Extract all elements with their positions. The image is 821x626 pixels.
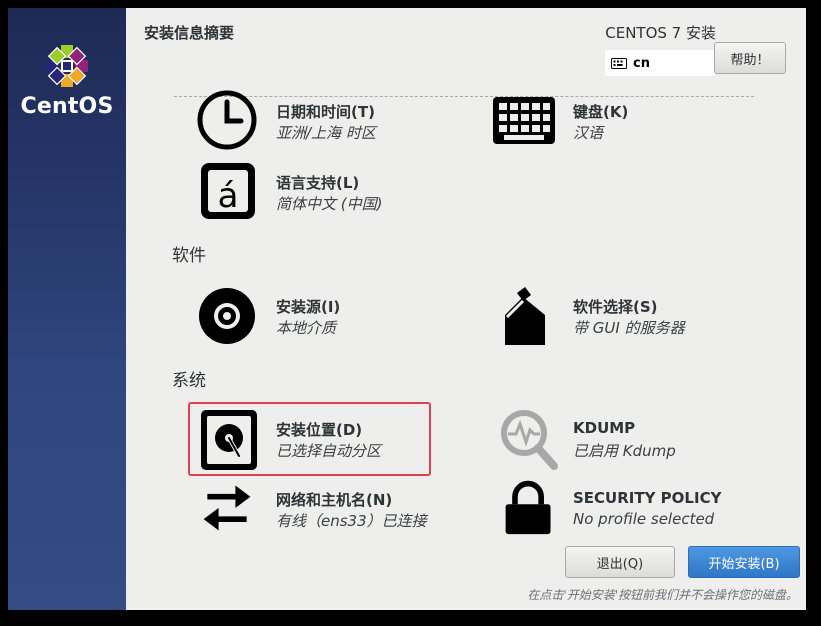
- spoke-status: 已启用 Kdump: [573, 442, 676, 460]
- clock-icon: [197, 90, 257, 150]
- spoke-installation-source[interactable]: 安装源(I) 本地介质: [196, 285, 456, 355]
- spoke-date-time[interactable]: 日期和时间(T) 亚洲/上海 时区: [196, 90, 456, 160]
- kdump-search-icon: [501, 410, 558, 470]
- spoke-status: 已选择自动分区: [276, 442, 382, 460]
- network-arrows-icon: [203, 485, 251, 531]
- section-software-label: 软件: [172, 246, 206, 266]
- spoke-name: 安装位置(D): [276, 421, 363, 439]
- spoke-status: 亚洲/上海 时区: [276, 124, 376, 142]
- product-title: CENTOS 7 安装: [605, 24, 716, 42]
- quit-button[interactable]: 退出(Q): [565, 546, 675, 578]
- main-panel: 安装信息摘要 CENTOS 7 安装 cn 帮助！ 日期和时间(T) 亚洲/上海…: [126, 8, 806, 610]
- keyboard-small-icon: [611, 57, 627, 69]
- package-icon: [505, 287, 545, 345]
- spoke-name: 日期和时间(T): [276, 103, 375, 121]
- spoke-name: KDUMP: [573, 419, 636, 437]
- spoke-name: SECURITY POLICY: [573, 489, 722, 507]
- section-system-label: 系统: [172, 371, 206, 391]
- spoke-software-selection[interactable]: 软件选择(S) 带 GUI 的服务器: [493, 285, 753, 355]
- centos-logo-icon: [46, 45, 88, 87]
- begin-installation-button[interactable]: 开始安装(B): [688, 546, 800, 578]
- keyboard-icon: [493, 97, 555, 144]
- spoke-keyboard[interactable]: 键盘(K) 汉语: [493, 90, 753, 160]
- brand-name: CentOS: [20, 94, 114, 119]
- spoke-security-policy[interactable]: SECURITY POLICY No profile selected: [498, 478, 758, 548]
- disc-icon: [199, 288, 255, 344]
- spoke-status: 简体中文 (中国): [276, 195, 383, 213]
- installer-window: CentOS 安装信息摘要 CENTOS 7 安装 cn 帮助！ 日期和时间(T…: [8, 8, 806, 610]
- spoke-installation-destination[interactable]: 安装位置(D) 已选择自动分区: [199, 408, 459, 478]
- hard-drive-icon: [201, 410, 257, 470]
- padlock-icon: [505, 480, 551, 535]
- spoke-status: No profile selected: [573, 510, 715, 528]
- help-button[interactable]: 帮助！: [714, 42, 786, 74]
- spoke-status: 带 GUI 的服务器: [573, 319, 685, 337]
- page-title: 安装信息摘要: [144, 24, 235, 42]
- spoke-name: 安装源(I): [276, 298, 341, 316]
- spoke-status: 本地介质: [276, 319, 337, 337]
- spoke-status: 有线（ens33）已连接: [276, 512, 427, 530]
- spoke-network-hostname[interactable]: 网络和主机名(N) 有线（ens33）已连接: [196, 478, 456, 548]
- footer-note: 在点击'开始安装'按钮前我们并不会操作您的磁盘。: [527, 588, 798, 602]
- spoke-status: 汉语: [573, 124, 604, 142]
- spoke-language-support[interactable]: á 语言支持(L) 简体中文 (中国): [199, 161, 459, 231]
- keyboard-layout-label: cn: [633, 55, 650, 71]
- spoke-name: 语言支持(L): [276, 174, 360, 192]
- spoke-name: 软件选择(S): [573, 298, 658, 316]
- spoke-kdump[interactable]: KDUMP 已启用 Kdump: [498, 408, 758, 478]
- language-icon: á: [201, 163, 255, 219]
- svg-text:á: á: [218, 176, 239, 216]
- keyboard-layout-indicator[interactable]: cn: [605, 50, 715, 76]
- spoke-name: 网络和主机名(N): [276, 491, 393, 509]
- spoke-name: 键盘(K): [573, 103, 629, 121]
- sidebar: CentOS: [8, 8, 126, 610]
